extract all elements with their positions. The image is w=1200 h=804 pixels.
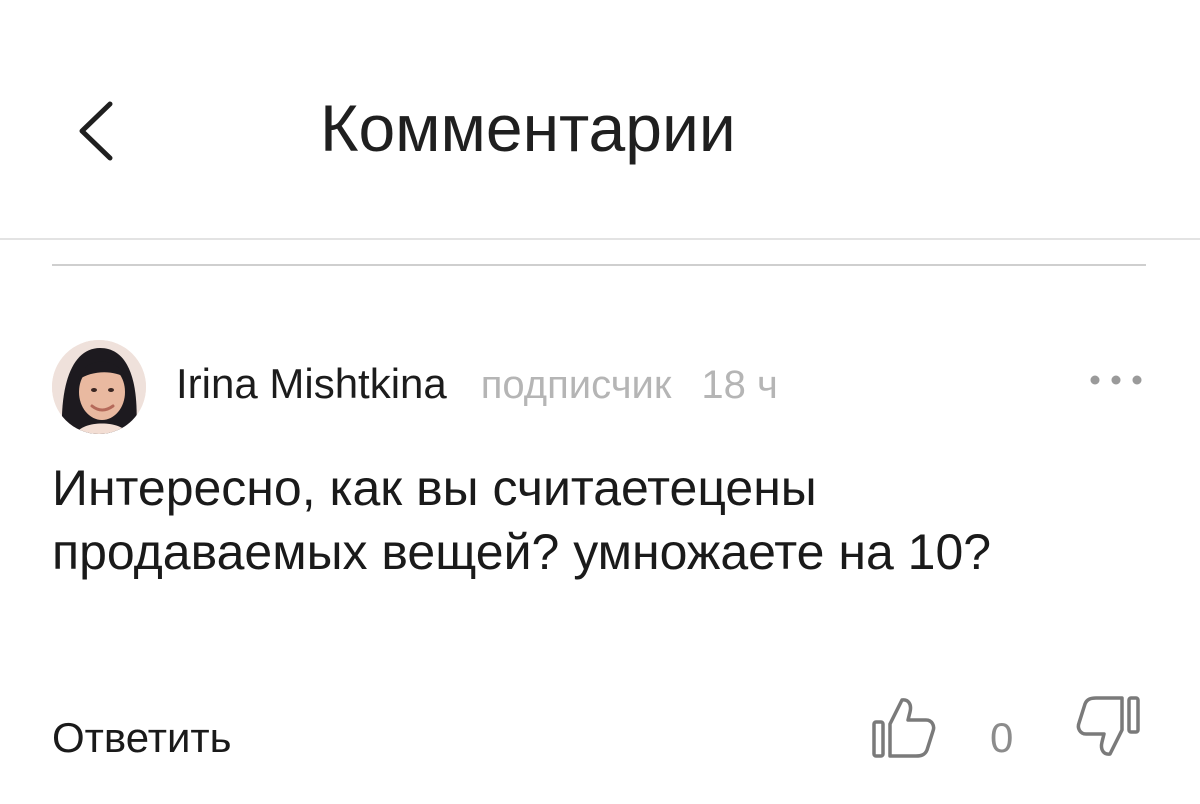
reply-button[interactable]: Ответить <box>52 708 232 768</box>
like-count: 0 <box>990 714 1014 761</box>
comment-text: Интересно, как вы считаетецены продаваем… <box>52 460 992 580</box>
thumbs-down-icon <box>1070 690 1144 764</box>
more-options-button[interactable] <box>1078 360 1154 400</box>
comment-time: 18 ч <box>701 363 778 407</box>
more-horizontal-icon <box>1078 360 1154 400</box>
author-role: подписчик <box>480 363 672 407</box>
dislike-button[interactable] <box>1070 690 1144 764</box>
comment-item: Irina Mishtkina подписчик 18 ч Интересно… <box>0 0 1200 804</box>
like-button[interactable] <box>868 690 942 764</box>
author-name[interactable]: Irina Mishtkina <box>176 360 447 408</box>
comment-meta: Irina Mishtkina подписчик 18 ч <box>176 360 778 420</box>
avatar[interactable] <box>52 340 146 434</box>
thumbs-up-icon <box>868 690 942 764</box>
